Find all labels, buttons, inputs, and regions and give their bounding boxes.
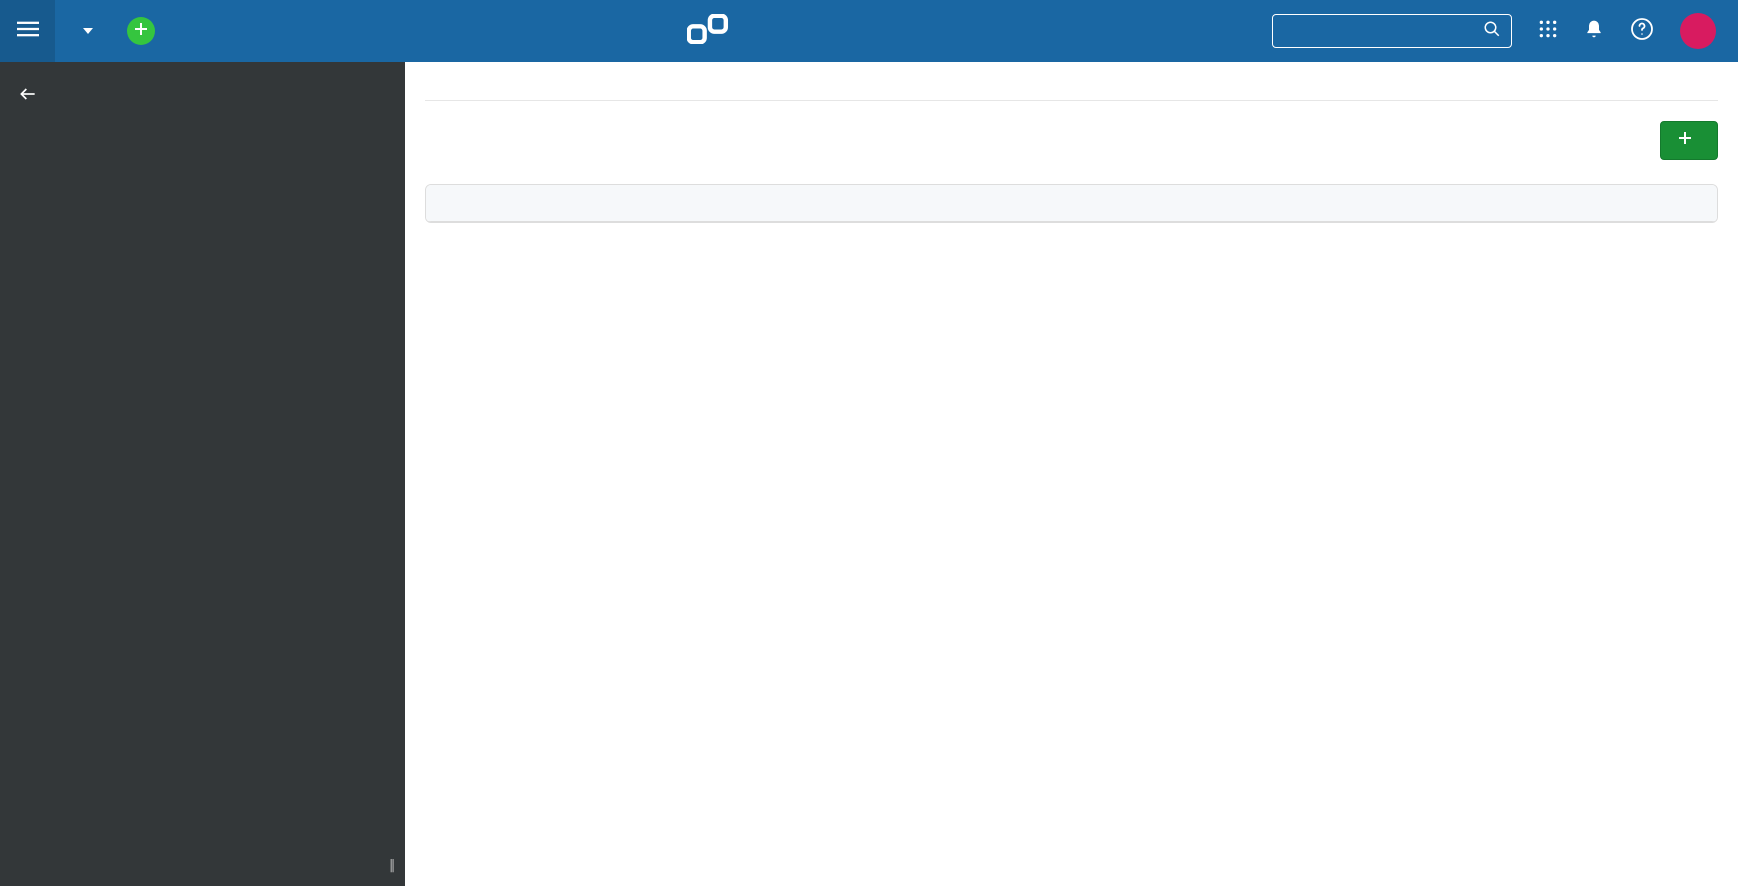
collapse-icon: ||: [389, 855, 393, 874]
arrow-left-icon: [18, 84, 38, 109]
global-search[interactable]: [1272, 14, 1512, 48]
sidebar-collapse-handle[interactable]: ||: [389, 855, 393, 874]
app-body: ||: [0, 62, 1738, 886]
activities-panel: [425, 184, 1718, 223]
toolbar: [425, 121, 1718, 160]
panel-header: [426, 185, 1717, 222]
help-icon: [1630, 17, 1654, 45]
bell-icon: [1584, 19, 1604, 43]
header-right: [1272, 13, 1738, 49]
help-button[interactable]: [1630, 17, 1654, 45]
header-left: [0, 0, 155, 62]
user-avatar[interactable]: [1680, 13, 1716, 49]
add-button[interactable]: [1660, 121, 1718, 160]
hamburger-icon: [17, 18, 39, 44]
sidebar-header: [0, 62, 405, 127]
plus-icon: [133, 21, 149, 41]
project-selector[interactable]: [55, 28, 115, 34]
grid-icon: [1538, 19, 1558, 43]
sidebar: ||: [0, 62, 405, 886]
app-header: [0, 0, 1738, 62]
title-divider: [425, 100, 1718, 101]
sidebar-back-button[interactable]: [18, 84, 38, 109]
notifications-button[interactable]: [1584, 19, 1604, 43]
logo-icon: [687, 14, 729, 48]
main-content: [405, 62, 1738, 886]
logo[interactable]: [155, 14, 1272, 48]
plus-icon: [1677, 130, 1693, 151]
chevron-down-icon: [83, 28, 93, 34]
quick-add-button[interactable]: [127, 17, 155, 45]
modules-menu[interactable]: [1538, 19, 1558, 43]
main-menu-toggle[interactable]: [0, 0, 55, 62]
search-icon: [1483, 20, 1501, 42]
search-input[interactable]: [1283, 23, 1483, 40]
